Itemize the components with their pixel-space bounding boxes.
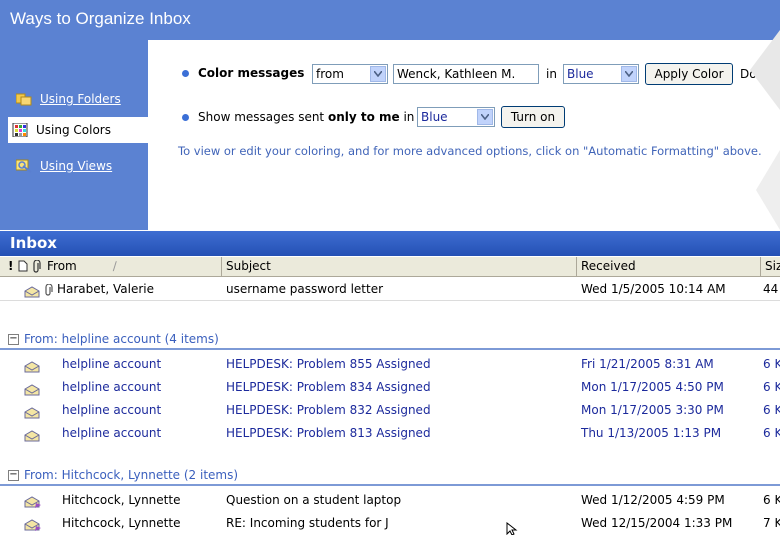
column-from[interactable]: From ∕	[43, 257, 217, 276]
nav-using-folders[interactable]: Using Folders	[12, 86, 146, 112]
colors-grid-icon	[12, 122, 28, 138]
group-header-helpline[interactable]: − From: helpline account (4 items)	[0, 328, 780, 350]
inbox-header-bar	[0, 231, 780, 256]
automatic-formatting-hint: To view or edit your coloring, and for m…	[178, 144, 762, 158]
collapse-icon[interactable]: −	[8, 334, 19, 345]
in-label: in	[546, 67, 557, 81]
message-row[interactable]: helpline account HELPDESK: Problem 855 A…	[0, 353, 780, 375]
attachment-icon	[45, 278, 53, 300]
chevron-down-icon[interactable]	[621, 66, 637, 82]
message-row[interactable]: Harabet, Valerie username password lette…	[0, 278, 780, 301]
nav-using-colors[interactable]: Using Colors	[8, 117, 148, 143]
collapse-icon[interactable]: −	[8, 470, 19, 481]
envelope-open-icon	[24, 283, 40, 305]
color-messages-label: Color messages	[198, 66, 305, 80]
group-header-hitchcock[interactable]: − From: Hitchcock, Lynnette (2 items)	[0, 464, 780, 486]
message-row[interactable]: Hitchcock, Lynnette Question on a studen…	[0, 489, 780, 511]
envelope-reply-icon	[24, 517, 42, 539]
bullet	[182, 114, 189, 121]
message-row[interactable]: helpline account HELPDESK: Problem 834 A…	[0, 376, 780, 398]
inbox-title: Inbox	[10, 234, 57, 252]
nav-using-views[interactable]: Using Views	[12, 153, 146, 179]
views-icon	[15, 159, 32, 173]
chevron-down-icon[interactable]	[370, 66, 386, 82]
attachment-column-icon[interactable]	[33, 259, 41, 276]
column-size[interactable]: Siz	[760, 257, 780, 276]
column-received[interactable]: Received	[576, 257, 761, 276]
message-row[interactable]: helpline account HELPDESK: Problem 832 A…	[0, 399, 780, 421]
message-row[interactable]: helpline account HELPDESK: Problem 813 A…	[0, 422, 780, 444]
icon-column-icon[interactable]	[18, 260, 28, 275]
organize-pane-title: Ways to Organize Inbox	[10, 9, 191, 28]
mouse-cursor-icon	[506, 522, 518, 535]
turn-on-button[interactable]: Turn on	[501, 106, 565, 128]
message-row[interactable]: Hitchcock, Lynnette RE: Incoming student…	[0, 512, 780, 534]
column-header-row: ! From ∕ Subject Received Siz	[0, 257, 780, 277]
only-to-me-color-select[interactable]: Blue	[417, 107, 495, 127]
chevron-down-icon[interactable]	[477, 109, 493, 125]
bullet	[182, 70, 189, 77]
column-subject[interactable]: Subject	[221, 257, 576, 276]
from-select[interactable]: from	[312, 64, 388, 84]
apply-color-button[interactable]: Apply Color	[645, 63, 733, 85]
envelope-open-icon	[24, 427, 40, 449]
decorative-shape	[750, 30, 780, 230]
sender-name-field[interactable]: Wenck, Kathleen M.	[393, 64, 539, 84]
importance-column-icon[interactable]: !	[8, 259, 13, 273]
folders-icon	[15, 92, 32, 106]
message-color-select[interactable]: Blue	[563, 64, 639, 84]
show-messages-label: Show messages sent only to me in	[198, 110, 415, 124]
